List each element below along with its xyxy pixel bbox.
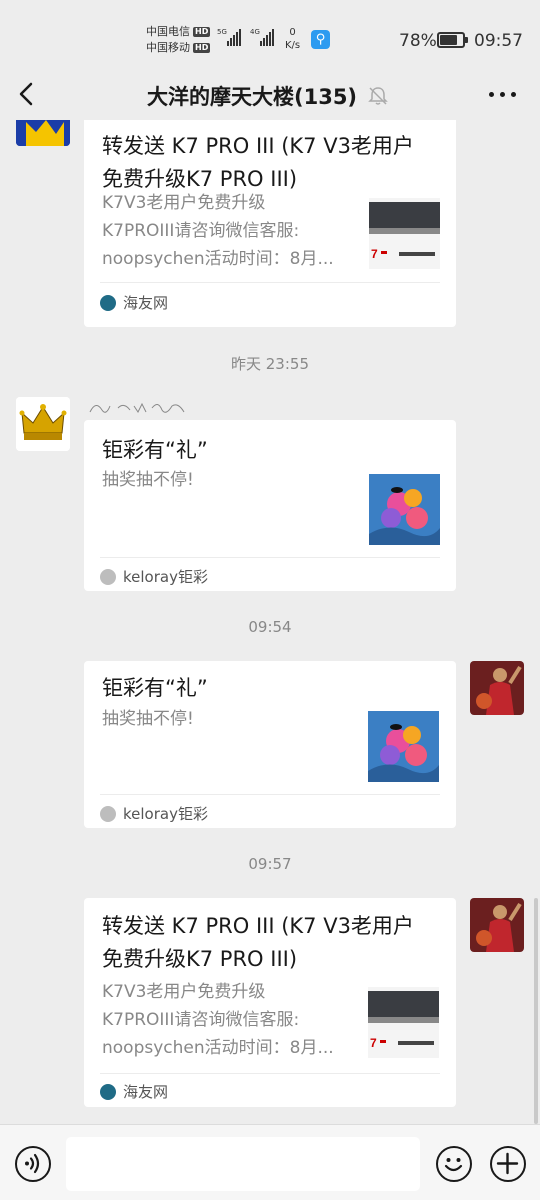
card-source: keloray钜彩 bbox=[100, 566, 208, 587]
thumbnail-image bbox=[369, 474, 440, 545]
avatar[interactable] bbox=[470, 898, 524, 952]
signal-label: 5G bbox=[217, 28, 227, 36]
avatar[interactable] bbox=[16, 397, 70, 451]
card-title: 转发送 K7 PRO III (K7 V3老用户免费升级K7 PRO III) bbox=[102, 914, 414, 971]
chevron-left-icon[interactable] bbox=[14, 80, 42, 108]
card-title: 钜彩有“礼” bbox=[102, 676, 208, 700]
message-input[interactable] bbox=[66, 1137, 420, 1191]
card-source: keloray钜彩 bbox=[100, 803, 208, 824]
chat-timestamp: 09:57 bbox=[248, 855, 292, 873]
card-desc-line: K7PROIII请咨询微信客服: bbox=[102, 1010, 300, 1030]
card-desc-line: 抽奖抽不停! bbox=[102, 709, 194, 729]
input-bar bbox=[0, 1124, 540, 1200]
carrier-info: 中国电信 HD 中国移动 HD bbox=[146, 24, 211, 56]
card-desc: K7V3老用户免费升级 K7PROIII请咨询微信客服: noopsychen活… bbox=[102, 189, 360, 273]
card-desc: 抽奖抽不停! bbox=[102, 466, 360, 494]
signal-label: 4G bbox=[250, 28, 260, 36]
signal-5g-icon: 5G bbox=[217, 28, 241, 46]
plus-icon[interactable] bbox=[490, 1146, 526, 1182]
card-source: 海友网 bbox=[100, 292, 168, 313]
card-desc-line: 抽奖抽不停! bbox=[102, 470, 194, 490]
chat-title-wrap[interactable]: 大洋的摩天大楼(135) bbox=[147, 81, 389, 111]
battery-percent: 78% bbox=[399, 31, 437, 51]
svg-text:7: 7 bbox=[370, 1036, 377, 1050]
card-desc-line: noopsychen活动时间：8月... bbox=[102, 1038, 334, 1058]
card-source-name: keloray钜彩 bbox=[123, 805, 208, 823]
card-source-name: 海友网 bbox=[123, 294, 169, 312]
voice-icon[interactable] bbox=[15, 1146, 51, 1182]
svg-text:7: 7 bbox=[371, 247, 378, 261]
source-logo-icon bbox=[100, 805, 116, 822]
card-desc-line: K7V3老用户免费升级 bbox=[102, 982, 266, 1002]
card-desc-line: K7V3老用户免费升级 bbox=[102, 193, 266, 213]
scrollbar[interactable] bbox=[534, 898, 538, 1124]
thumbnail-image: 7 bbox=[369, 198, 440, 269]
status-time: 09:57 bbox=[474, 31, 523, 51]
card-desc-line: noopsychen活动时间：8月... bbox=[102, 249, 334, 269]
card-title: 转发送 K7 PRO III (K7 V3老用户免费升级K7 PRO III) bbox=[102, 134, 414, 191]
avatar[interactable] bbox=[16, 120, 70, 146]
link-card[interactable]: 钜彩有“礼” 抽奖抽不停! keloray钜彩 bbox=[84, 420, 456, 591]
thumbnail-image: 7 bbox=[368, 987, 439, 1058]
source-logo-icon bbox=[100, 568, 116, 585]
battery-icon bbox=[437, 32, 468, 48]
more-dots-icon[interactable] bbox=[489, 92, 516, 97]
status-bar: 中国电信 HD 中国移动 HD 5G 4G 0 K/s ⚲ 78% 09:57 bbox=[0, 0, 540, 70]
source-logo-icon bbox=[100, 294, 116, 311]
card-desc: K7V3老用户免费升级 K7PROIII请咨询微信客服: noopsychen活… bbox=[102, 978, 360, 1062]
chat-header: 大洋的摩天大楼(135) bbox=[0, 70, 540, 120]
avatar[interactable] bbox=[470, 661, 524, 715]
card-source-name: keloray钜彩 bbox=[123, 568, 208, 586]
chat-timestamp: 昨天 23:55 bbox=[231, 355, 309, 373]
link-card[interactable]: 转发送 K7 PRO III (K7 V3老用户免费升级K7 PRO III) … bbox=[84, 120, 456, 327]
battery-fill bbox=[440, 35, 457, 45]
source-logo-icon bbox=[100, 1083, 116, 1100]
bell-off-icon bbox=[368, 87, 388, 105]
signal-4g-icon: 4G bbox=[250, 28, 274, 46]
card-source-name: 海友网 bbox=[123, 1083, 169, 1101]
link-card[interactable]: 转发送 K7 PRO III (K7 V3老用户免费升级K7 PRO III) … bbox=[84, 898, 456, 1107]
card-source: 海友网 bbox=[100, 1081, 168, 1102]
card-title: 钜彩有“礼” bbox=[102, 438, 208, 462]
link-card[interactable]: 钜彩有“礼” 抽奖抽不停! keloray钜彩 bbox=[84, 661, 456, 828]
sender-nickname-decoration bbox=[89, 402, 185, 413]
hd-badge: HD bbox=[193, 27, 211, 37]
carrier-1: 中国电信 bbox=[146, 25, 190, 38]
net-speed-unit: K/s bbox=[285, 40, 301, 51]
net-speed: 0 K/s bbox=[285, 26, 300, 52]
emoji-icon[interactable] bbox=[436, 1146, 472, 1182]
hd-badge: HD bbox=[193, 43, 211, 53]
card-desc: 抽奖抽不停! bbox=[102, 705, 360, 733]
thumbnail-image bbox=[368, 711, 439, 782]
net-speed-value: 0 bbox=[289, 27, 296, 38]
card-desc-line: K7PROIII请咨询微信客服: bbox=[102, 221, 300, 241]
carrier-2: 中国移动 bbox=[146, 41, 190, 54]
search-app-icon: ⚲ bbox=[311, 30, 330, 49]
chat-timestamp: 09:54 bbox=[248, 618, 292, 636]
chat-area[interactable]: 转发送 K7 PRO III (K7 V3老用户免费升级K7 PRO III) … bbox=[0, 120, 540, 1125]
chat-title: 大洋的摩天大楼(135) bbox=[147, 85, 358, 109]
